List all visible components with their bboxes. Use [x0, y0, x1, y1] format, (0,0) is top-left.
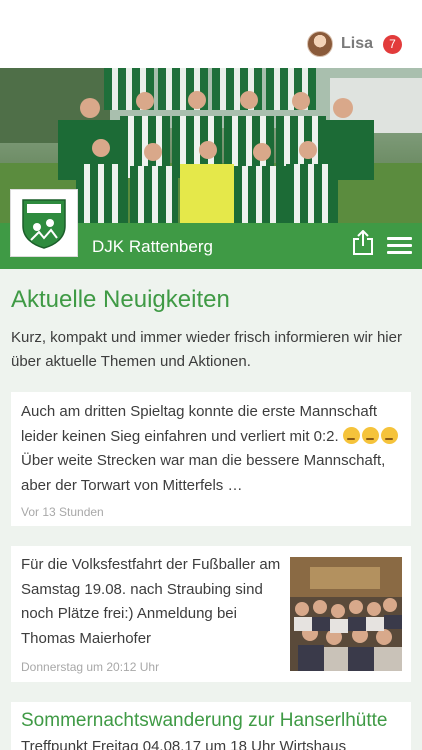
news-card-text: Für die Volksfestfahrt der Fußballer am … [21, 556, 281, 647]
pensive-emoji-icon [361, 426, 379, 444]
news-text-part: Über weite Strecken war man die bessere … [21, 452, 386, 494]
news-card-text: Treffpunkt Freitag 04.08.17 um 18 Uhr Wi… [21, 738, 347, 750]
avatar[interactable] [306, 31, 333, 57]
pensive-emoji-icon [342, 426, 360, 444]
news-card-image[interactable] [290, 557, 402, 671]
news-card[interactable]: Auch am dritten Spieltag konnte die erst… [11, 392, 411, 526]
app-screen: Lisa 7 DJK Rattenberg Aktuelle Neuigkeit… [0, 0, 422, 750]
page-title: Aktuelle Neuigkeiten [11, 286, 230, 313]
username[interactable]: Lisa [341, 35, 373, 53]
notification-badge[interactable]: 7 [383, 34, 402, 54]
news-card-text: Auch am dritten Spieltag konnte die erst… [21, 400, 401, 498]
club-crest-icon [22, 199, 66, 249]
news-card-title: Sommernachtswanderung zur Hanserlhütte [21, 710, 388, 731]
share-icon [353, 229, 373, 255]
news-text-part: Auch am dritten Spieltag konnte die erst… [21, 403, 378, 445]
user-profile[interactable]: Lisa 7 [306, 30, 402, 58]
news-card-time: Vor 13 Stunden [21, 505, 104, 519]
news-card[interactable]: Sommernachtswanderung zur Hanserlhütte T… [11, 702, 411, 750]
news-card-time: Donnerstag um 20:12 Uhr [21, 660, 160, 674]
club-name: DJK Rattenberg [92, 237, 213, 256]
share-button[interactable] [352, 229, 374, 256]
club-logo[interactable] [10, 189, 78, 257]
news-card[interactable]: Für die Volksfestfahrt der Fußballer am … [11, 546, 411, 682]
pensive-emoji-icon [380, 426, 398, 444]
page-intro: Kurz, kompakt und immer wieder frisch in… [11, 329, 402, 370]
hamburger-menu-icon[interactable] [387, 237, 412, 255]
top-bar: Lisa 7 [0, 0, 422, 68]
